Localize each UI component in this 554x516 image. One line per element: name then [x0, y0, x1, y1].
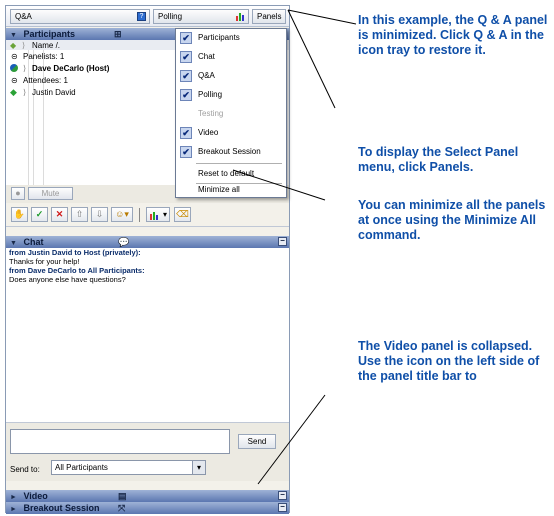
callout-panels-menu: To display the Select Panel menu, click …	[358, 145, 519, 174]
callout-minimize-all: You can minimize all the panels at once …	[358, 198, 546, 242]
callout-qa-minimized: In this example, the Q & A panel is mini…	[358, 13, 548, 57]
callout-video-collapsed: The Video panel is collapsed. Use the ic…	[358, 339, 540, 383]
